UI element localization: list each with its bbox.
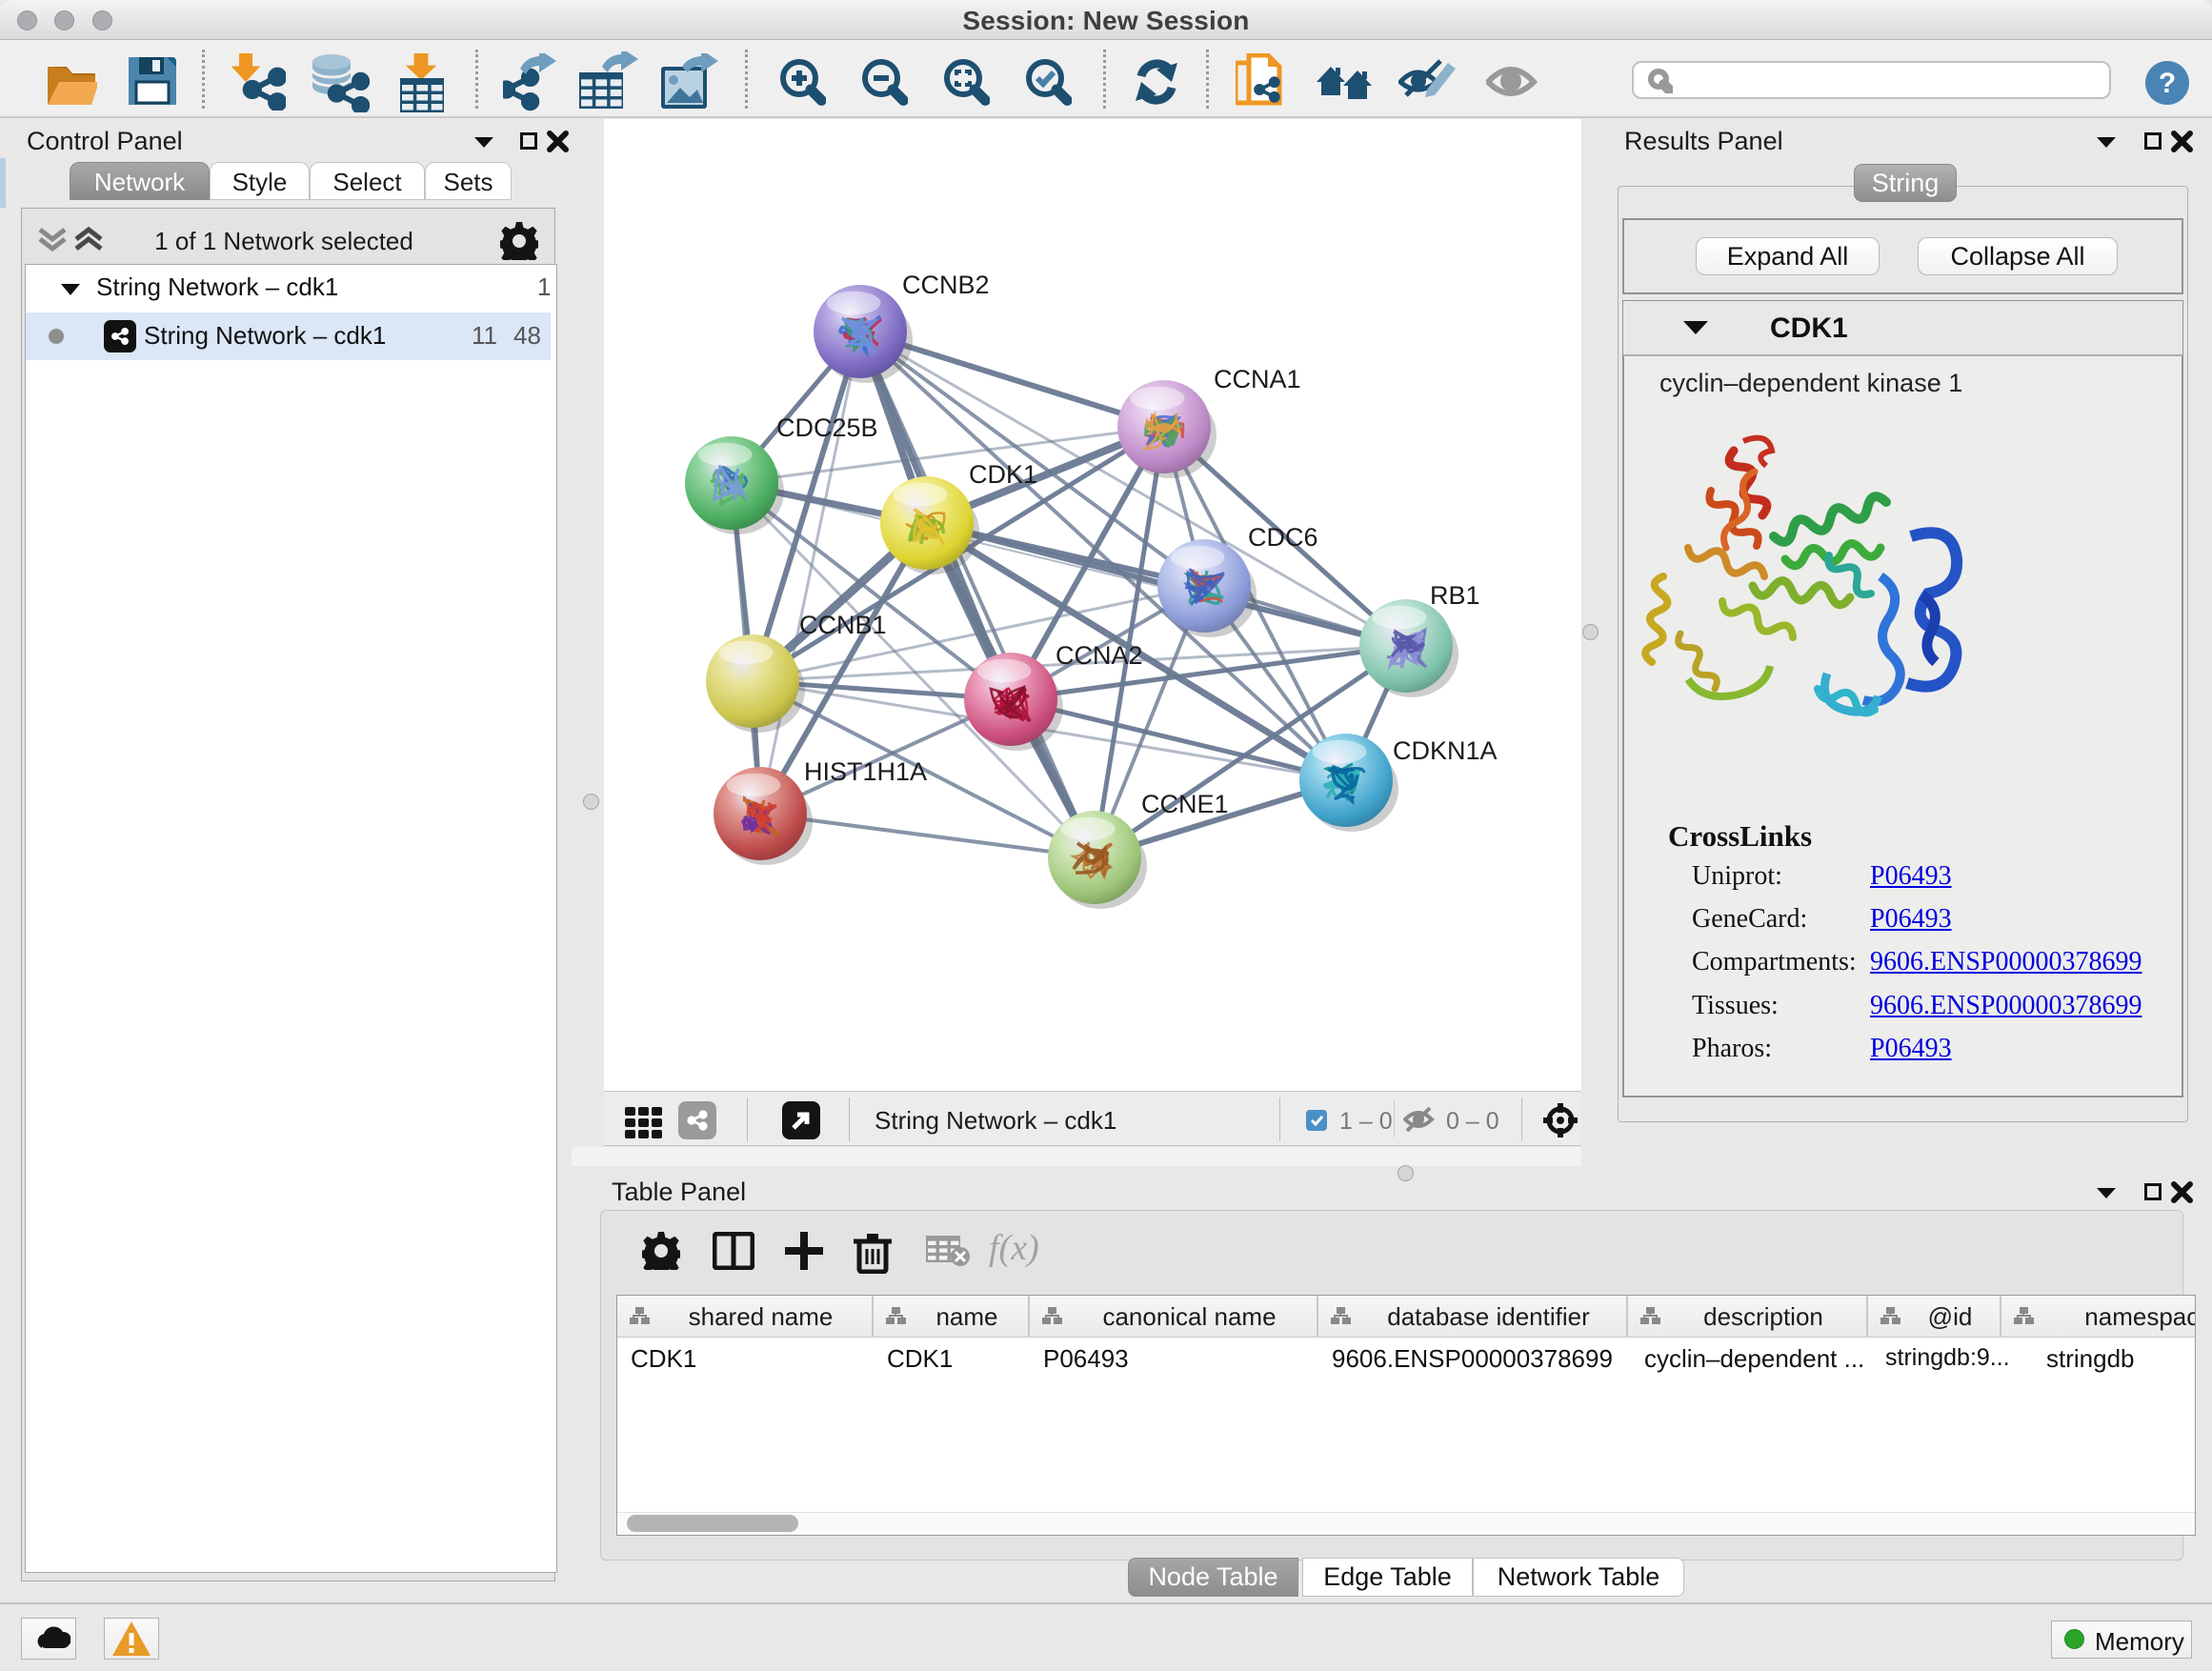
svg-text:CCNA2: CCNA2 (1056, 641, 1143, 670)
svg-text:CDKN1A: CDKN1A (1393, 736, 1498, 765)
svg-text:HIST1H1A: HIST1H1A (804, 757, 927, 786)
svg-text:CCNB1: CCNB1 (799, 611, 887, 639)
svg-text:CDC25B: CDC25B (776, 413, 878, 442)
svg-text:RB1: RB1 (1430, 581, 1480, 610)
svg-text:CCNB2: CCNB2 (902, 271, 990, 299)
svg-text:CCNE1: CCNE1 (1141, 790, 1229, 818)
svg-text:CDK1: CDK1 (969, 460, 1037, 489)
svg-text:CCNA1: CCNA1 (1214, 365, 1301, 393)
svg-text:CDC6: CDC6 (1248, 523, 1318, 552)
svg-text:?: ? (2159, 68, 2176, 99)
